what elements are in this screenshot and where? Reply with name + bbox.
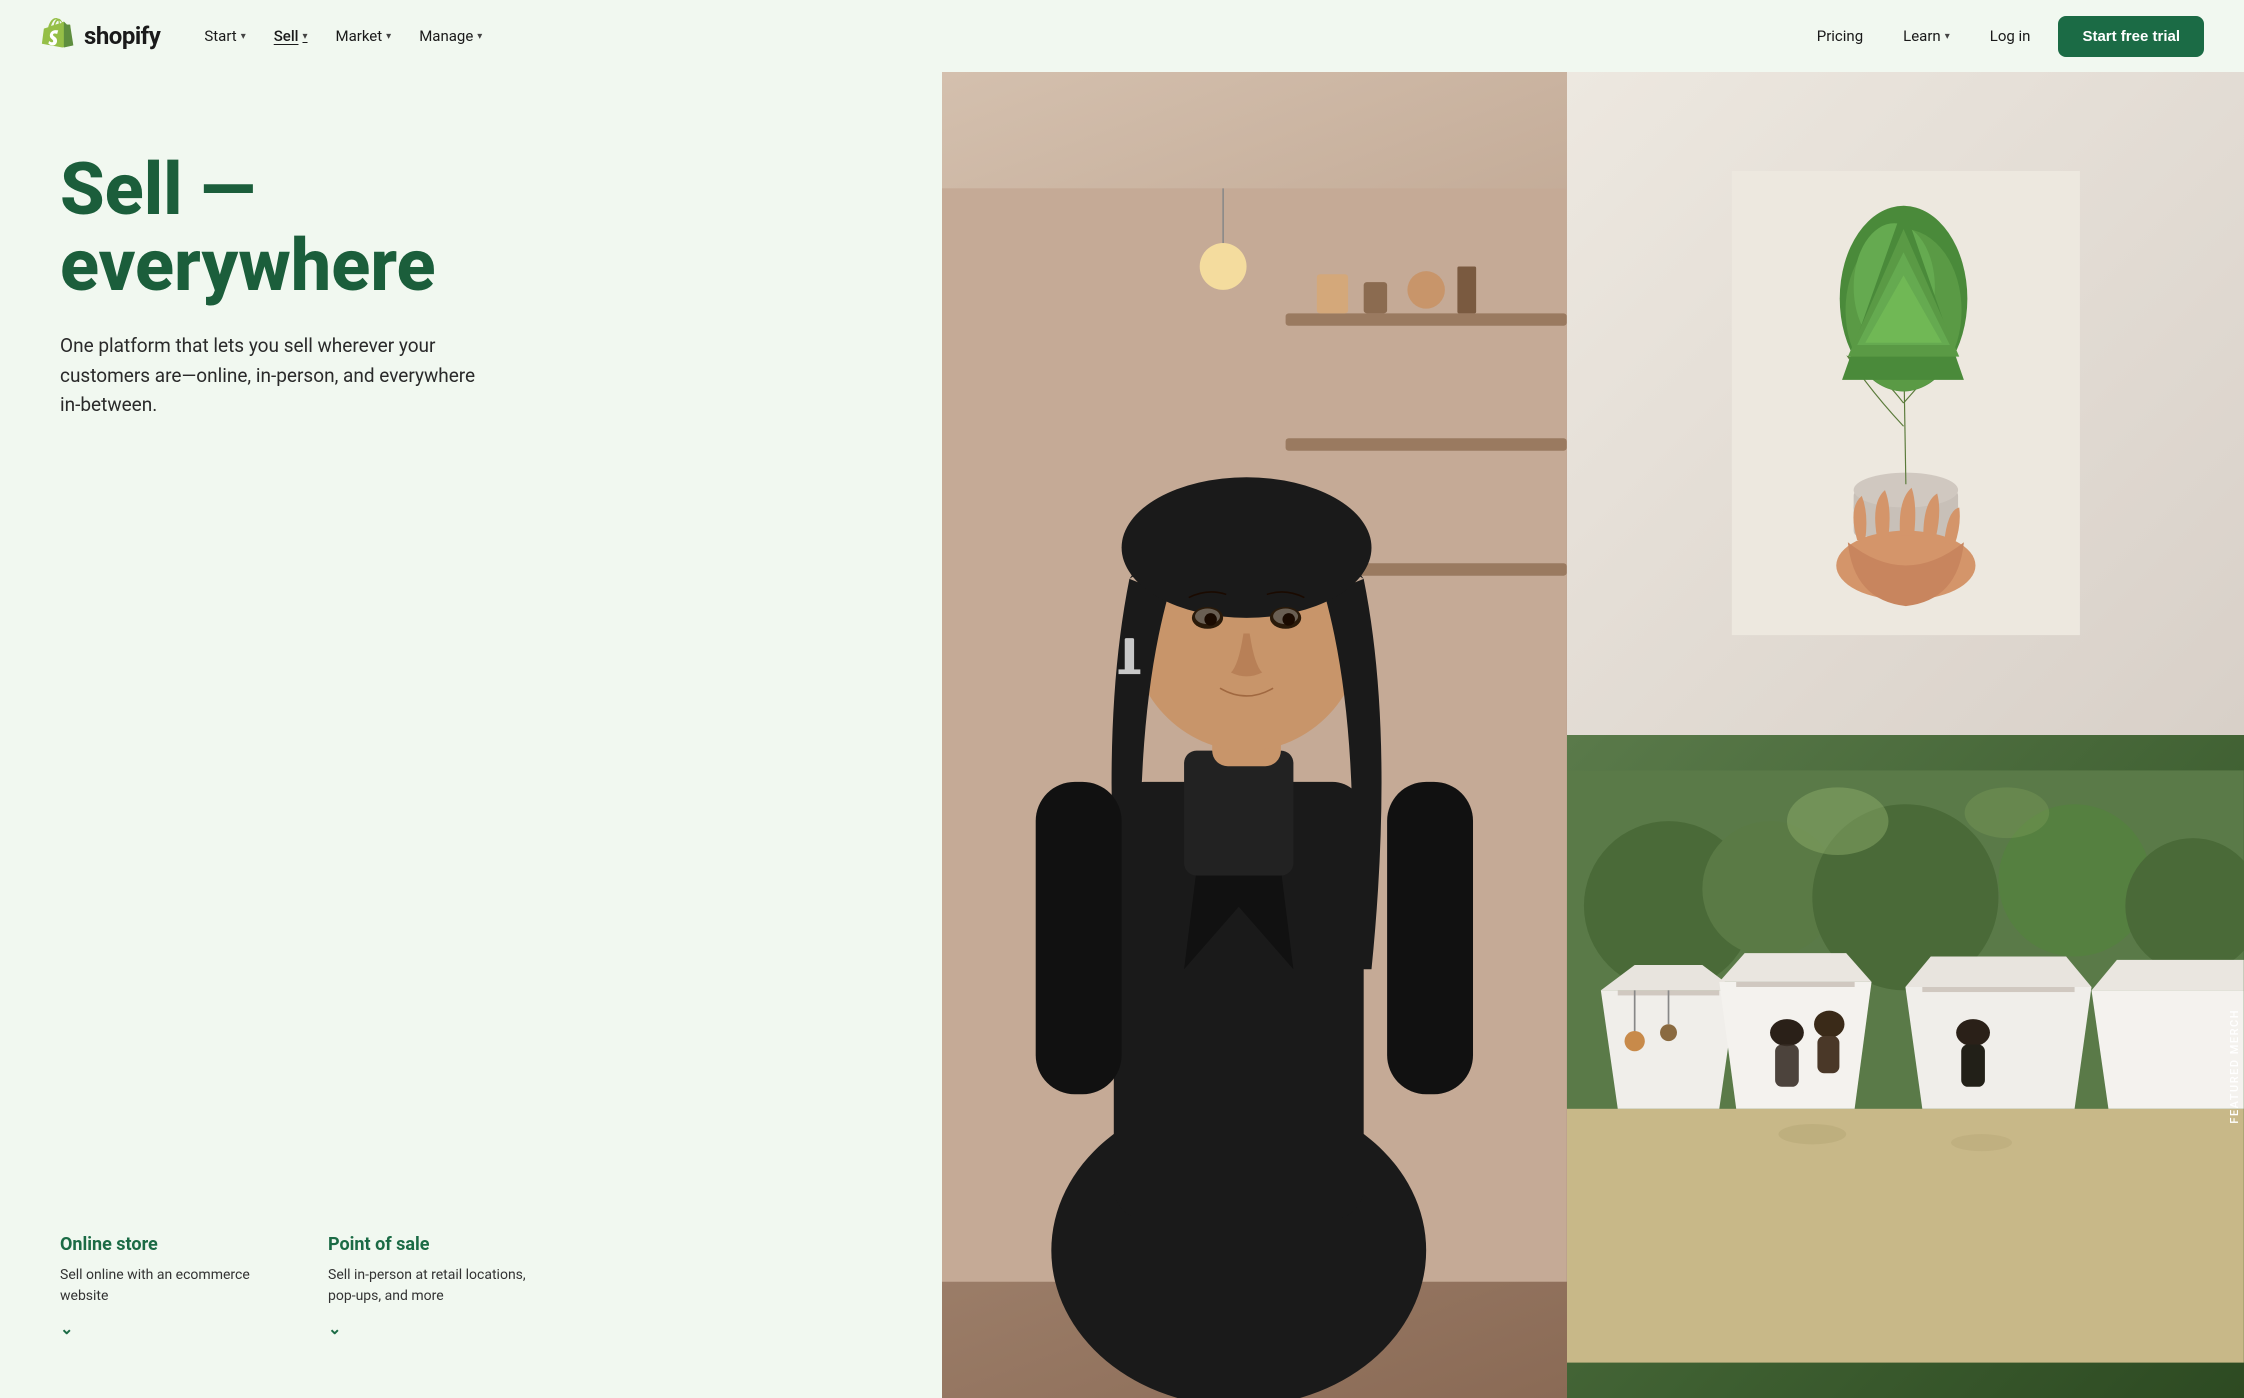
nav-manage[interactable]: Manage ▾ [407, 19, 494, 53]
nav-market[interactable]: Market ▾ [324, 19, 404, 53]
online-store-chevron-icon[interactable]: ⌄ [60, 1319, 280, 1338]
nav-learn[interactable]: Learn ▾ [1891, 19, 1962, 53]
nav-pricing[interactable]: Pricing [1805, 19, 1875, 53]
hero-subtitle: One platform that lets you sell wherever… [60, 331, 480, 419]
hero-plant-image [1567, 72, 2244, 735]
pos-desc: Sell in-person at retail locations, pop-… [328, 1265, 548, 1307]
learn-chevron-icon: ▾ [1945, 31, 1950, 42]
nav-login[interactable]: Log in [1978, 19, 2043, 53]
navbar: shopify Start ▾ Sell ▾ Market ▾ Manage ▾… [0, 0, 2244, 72]
feature-cards: Online store Sell online with an ecommer… [60, 1234, 942, 1338]
plant-hand-icon [1669, 171, 2143, 635]
hero-images: Featured merch [942, 72, 2244, 1398]
nav-sell[interactable]: Sell ▾ [262, 19, 320, 53]
hero-left-content: Sell — everywhere One platform that lets… [0, 72, 942, 1398]
person-image [942, 72, 1567, 1398]
feature-card-online-store: Online store Sell online with an ecommer… [60, 1234, 280, 1338]
feature-card-pos: Point of sale Sell in-person at retail l… [328, 1234, 548, 1338]
pos-title: Point of sale [328, 1234, 548, 1255]
hero-right-column: Featured merch [1567, 72, 2244, 1398]
hero-market-image: Featured merch [1567, 735, 2244, 1398]
sell-chevron-icon: ▾ [302, 31, 307, 42]
pos-chevron-icon[interactable]: ⌄ [328, 1319, 548, 1338]
logo-link[interactable]: shopify [40, 18, 160, 54]
nav-cta-button[interactable]: Start free trial [2058, 16, 2204, 57]
shopify-logo-icon [40, 18, 76, 54]
logo-text: shopify [84, 22, 160, 50]
market-chevron-icon: ▾ [386, 31, 391, 42]
featured-merch-label: Featured merch [2228, 1009, 2241, 1124]
hero-section: Sell — everywhere One platform that lets… [0, 72, 2244, 1398]
online-store-title: Online store [60, 1234, 280, 1255]
hero-title: Sell — everywhere [60, 152, 942, 303]
hero-center-image [942, 72, 1567, 1398]
online-store-desc: Sell online with an ecommerce website [60, 1265, 280, 1307]
nav-right: Pricing Learn ▾ Log in Start free trial [1805, 16, 2204, 57]
manage-chevron-icon: ▾ [477, 31, 482, 42]
nav-links: Start ▾ Sell ▾ Market ▾ Manage ▾ [192, 19, 1804, 53]
nav-start[interactable]: Start ▾ [192, 19, 257, 53]
start-chevron-icon: ▾ [241, 31, 246, 42]
market-scene-icon [1567, 735, 2244, 1398]
